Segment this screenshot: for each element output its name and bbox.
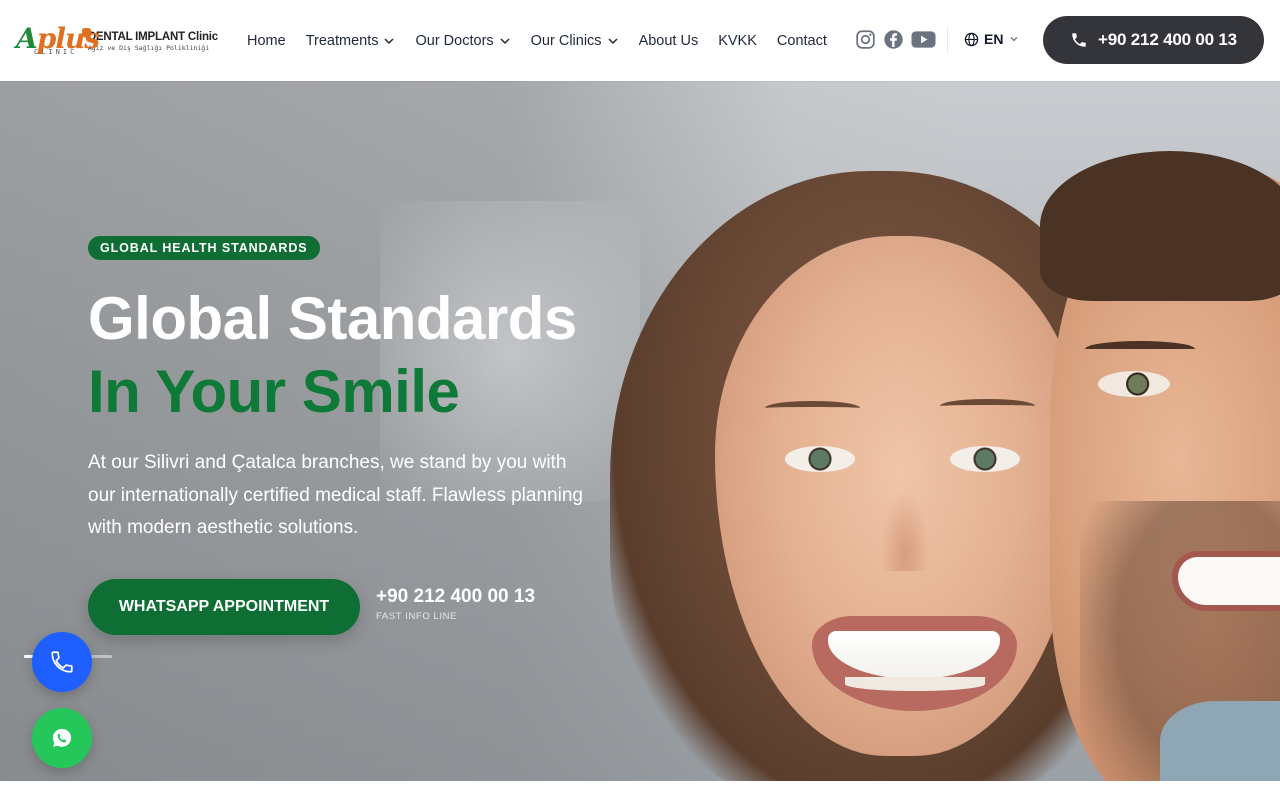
nav-item-label: KVKK [718,32,757,49]
hero-badge: GLOBAL HEALTH STANDARDS [88,236,320,260]
nav-item-about-us[interactable]: About Us [639,33,699,49]
page-below-hero [0,781,1280,800]
whatsapp-icon [52,728,72,747]
hero-phone[interactable]: +90 212 400 00 13 FAST INFO LINE [376,586,535,622]
whatsapp-appointment-button[interactable]: WHATSAPP APPOINTMENT [88,578,360,635]
nav-item-label: Our Clinics [530,32,602,49]
header-phone-button[interactable]: +90 212 400 00 13 [1043,16,1264,64]
header-divider [947,28,948,52]
instagram-icon[interactable] [854,28,876,50]
logo-line1: DENTAL IMPLANT Clinic [87,30,218,43]
header-phone-number: +90 212 400 00 13 [1098,30,1237,49]
hero-phone-number: +90 212 400 00 13 [376,585,536,607]
hero-phone-caption: FAST INFO LINE [376,610,458,622]
facebook-icon[interactable] [882,28,904,50]
nav-item-label: Contact [776,32,827,49]
hero-description: At our Silivri and Çatalca branches, we … [88,452,583,538]
phone-icon [51,651,73,673]
nav-item-home[interactable]: Home [247,33,286,49]
nav-item-treatments[interactable]: Treatments [306,33,396,49]
floating-whatsapp-button[interactable] [32,708,92,768]
hero-content: GLOBAL HEALTH STANDARDS Global Standards… [88,236,608,635]
floating-call-button[interactable] [32,632,92,692]
chevron-down-icon [384,37,395,44]
site-logo[interactable]: Aplus CLINIC DENTAL IMPLANT Clinic Ağız … [16,22,218,60]
nav-item-label: Home [247,32,286,49]
social-links [854,28,936,50]
nav-item-label: Treatments [305,32,379,49]
hero-title-line2: In Your Smile [88,358,460,425]
language-selector[interactable]: EN [964,31,1019,47]
hero-cta-row: WHATSAPP APPOINTMENT +90 212 400 00 13 F… [88,578,608,635]
chevron-down-icon [500,37,510,44]
phone-icon [1072,33,1086,47]
site-header: Aplus CLINIC DENTAL IMPLANT Clinic Ağız … [0,0,1280,81]
logo-line2: Ağız ve Diş Sağlığı Polikliniği [87,43,210,52]
logo-text: DENTAL IMPLANT Clinic Ağız ve Diş Sağlığ… [88,31,218,52]
nav-item-kvkk[interactable]: KVKK [718,33,757,49]
nav-item-our-clinics[interactable]: Our Clinics [531,33,619,49]
hero-title-line1: Global Standards [88,285,577,352]
language-current: EN [984,31,1004,47]
nav-item-our-doctors[interactable]: Our Doctors [415,33,510,49]
tooth-icon [82,28,91,38]
youtube-icon[interactable] [910,28,936,50]
logo-mark: Aplus CLINIC [16,22,100,60]
chevron-down-icon [608,37,618,44]
chevron-down-icon [1010,37,1018,42]
nav-item-label: Our Doctors [415,32,494,49]
main-nav: Home Treatments Our Doctors Our Clinics … [247,0,847,81]
nav-item-label: About Us [638,32,699,49]
logo-brand-sub: CLINIC [34,48,78,56]
nav-item-contact[interactable]: Contact [777,33,827,49]
globe-icon [964,32,979,46]
